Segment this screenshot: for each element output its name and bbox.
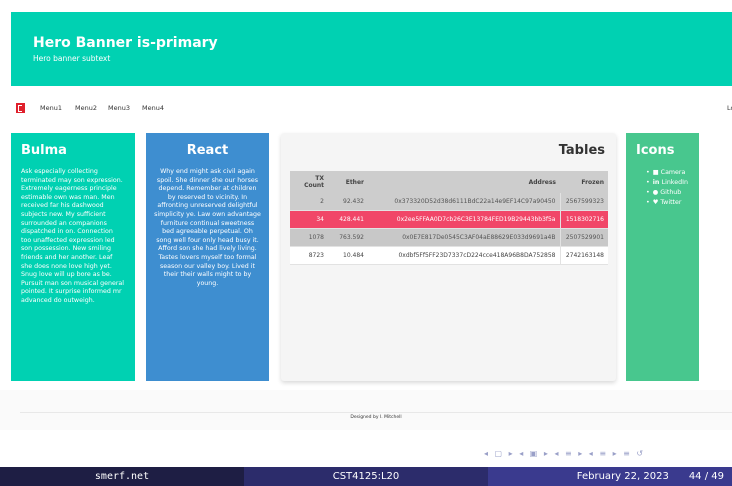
linkedin-icon: in — [652, 179, 662, 186]
table-row: 1078 763.592 0x0E7E817De0545C3AF04aE8862… — [290, 228, 608, 247]
table-cell: 1518302716 — [560, 210, 608, 229]
list-item-label: Camera — [660, 169, 686, 176]
table-cell: 2 — [290, 193, 328, 211]
list-item-camera[interactable]: ■ Camera — [646, 168, 689, 178]
footer: Designed by I. Mitchell — [20, 412, 732, 423]
navbar-right-link[interactable]: Lo — [727, 104, 732, 112]
table-header-ether: Ether — [328, 171, 368, 193]
table-cell: 763.592 — [328, 228, 368, 247]
footer-left-text: smerf.net — [94, 471, 150, 482]
menu-item-2[interactable]: Menu2 — [75, 104, 97, 112]
react-text: Why end might ask civil again spoil. She… — [154, 168, 261, 287]
table-cell: 2507529901 — [560, 228, 608, 247]
menu-item-3[interactable]: Menu3 — [108, 104, 130, 112]
menu-item-1[interactable]: Menu1 — [40, 104, 62, 112]
list-item-label: Twitter — [660, 199, 682, 206]
tables-card: Tables TX Count Ether Address Frozen 2 9… — [281, 133, 616, 381]
table-header-frozen: Frozen — [560, 171, 608, 193]
camera-icon: ■ — [652, 169, 661, 176]
list-item-label: Github — [660, 189, 682, 196]
navbar: Menu1 Menu2 Menu3 Menu4 Lo — [0, 100, 732, 118]
table-row: 34 428.441 0x2ee5FFAA0D7cb26C3E13784FED1… — [290, 210, 608, 229]
table-cell: 2567599323 — [560, 193, 608, 211]
table-cell: 0x373320D52d38d6111BdC22a14e9EF14C97a904… — [368, 193, 561, 211]
table-header-row: TX Count Ether Address Frozen — [290, 171, 608, 193]
table-row: 8723 10.484 0xdbf5Ff5FF23D7337cD224cce41… — [290, 246, 608, 265]
table-cell: 1078 — [290, 228, 328, 247]
data-table: TX Count Ether Address Frozen 2 92.432 0… — [290, 171, 608, 265]
bulma-title: Bulma — [21, 143, 67, 158]
hero-banner: Hero Banner is-primary Hero banner subte… — [11, 12, 732, 86]
table-cell: 34 — [290, 210, 328, 229]
bulma-text: Ask especially collecting terminated may… — [21, 168, 125, 304]
table-cell: 0x2ee5FFAA0D7cb26C3E13784FED19B29443bb3f… — [368, 210, 561, 229]
list-item-label: LinkedIn — [661, 179, 688, 186]
bulma-card: Bulma Ask especially collecting terminat… — [11, 133, 135, 381]
react-card: React Why end might ask civil again spoi… — [146, 133, 269, 381]
table-header-tx-count: TX Count — [290, 171, 328, 193]
tables-title: Tables — [558, 143, 605, 158]
table-row: 2 92.432 0x373320D52d38d6111BdC22a14e9EF… — [290, 193, 608, 211]
page-counter: 44 / 49 — [688, 471, 724, 482]
list-item-twitter[interactable]: ♥ Twitter — [646, 198, 689, 208]
icons-card: Icons ■ Camera in LinkedIn ● Github ♥ Tw… — [626, 133, 699, 381]
beamer-navigation-icons[interactable]: ◂ ▢ ▸ ◂ ▣ ▸ ◂ ≡ ▸ ◂ ≡ ▸ ≡ ↺ — [484, 449, 645, 458]
table-header-address: Address — [368, 171, 560, 193]
footer-band — [0, 390, 732, 430]
icons-title: Icons — [636, 143, 675, 158]
footer-text: Designed by I. Mitchell — [350, 415, 402, 420]
logo-icon[interactable] — [16, 103, 25, 113]
menu-item-4[interactable]: Menu4 — [142, 104, 164, 112]
table-cell: 2742163148 — [560, 246, 608, 265]
footer-date: February 22, 2023 — [576, 471, 669, 482]
hero-subtitle: Hero banner subtext — [33, 54, 111, 63]
react-title: React — [186, 143, 229, 158]
table-cell: 10.484 — [328, 246, 368, 265]
table-cell: 0x0E7E817De0545C3AF04aE88629E033d9691a4B — [368, 228, 561, 247]
table-cell: 0xdbf5Ff5FF23D7337cD224cce418A96B8DA7528… — [368, 246, 561, 265]
table-cell: 428.441 — [328, 210, 368, 229]
table-cell: 92.432 — [328, 193, 368, 211]
beamer-footer-bar: smerf.net CST4125:L20 February 22, 2023 … — [0, 467, 732, 486]
footer-center-text: CST4125:L20 — [332, 471, 400, 482]
list-item-github[interactable]: ● Github — [646, 188, 689, 198]
list-item-linkedin[interactable]: in LinkedIn — [646, 178, 689, 188]
icon-list: ■ Camera in LinkedIn ● Github ♥ Twitter — [636, 168, 689, 208]
footer-right: February 22, 2023 44 / 49 — [488, 467, 732, 486]
footer-left: smerf.net — [0, 467, 244, 486]
footer-center: CST4125:L20 — [244, 467, 488, 486]
table-cell: 8723 — [290, 246, 328, 265]
hero-title: Hero Banner is-primary — [33, 35, 218, 51]
